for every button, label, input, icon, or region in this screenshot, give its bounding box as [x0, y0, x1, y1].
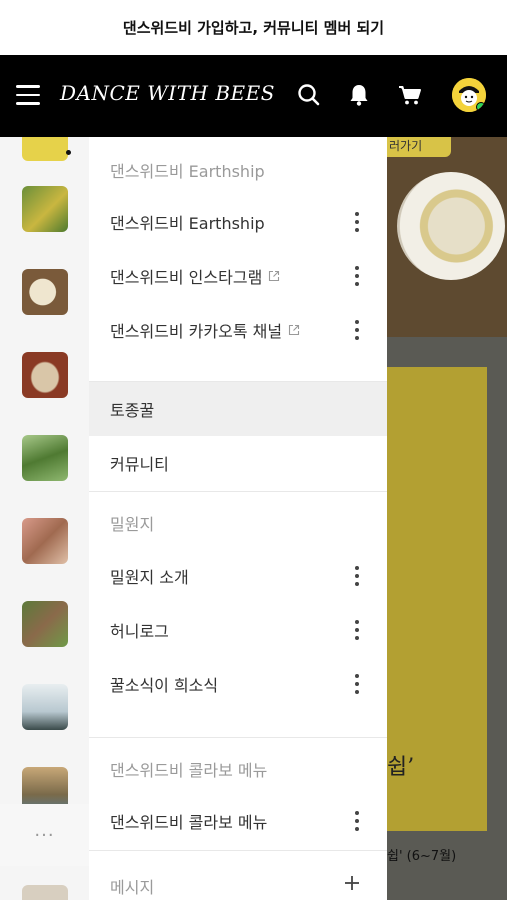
- card-headline: 쉽’: [387, 755, 415, 780]
- avatar[interactable]: [452, 78, 486, 112]
- kebab-menu-icon[interactable]: [355, 212, 359, 232]
- menu-item-label: 허니로그: [110, 622, 169, 641]
- bell-icon[interactable]: [346, 82, 372, 108]
- section-title-collab: 댄스위드비 콜라보 메뉴: [110, 761, 268, 780]
- card-caption: 쉽' (6~7월): [387, 849, 457, 864]
- section-title-messages: 메시지: [110, 878, 155, 897]
- menu-item-label: 커뮤니티: [110, 455, 169, 474]
- section-title-nectar-source: 밀원지: [110, 515, 155, 534]
- menu-item-label: 댄스위드비 카카오톡 채널: [110, 322, 283, 341]
- thumbnail-8[interactable]: [22, 684, 68, 730]
- online-status-dot: [476, 102, 486, 112]
- thumbnail-6[interactable]: [22, 518, 68, 564]
- menu-item-collab-menu[interactable]: 댄스위드비 콜라보 메뉴: [89, 794, 387, 848]
- divider: [89, 737, 387, 738]
- thumbnail-rail: ···: [0, 137, 89, 900]
- thumbnail-2[interactable]: [22, 186, 68, 232]
- menu-item-earthship[interactable]: 댄스위드비 Earthship: [89, 195, 387, 249]
- thumbnail-1[interactable]: [22, 137, 68, 161]
- menu-item-label: 댄스위드비 인스타그램: [110, 268, 263, 287]
- side-drawer-menu: 댄스위드비 Earthship 댄스위드비 Earthship 댄스위드비 인스…: [89, 137, 387, 900]
- menu-icon[interactable]: [16, 85, 40, 105]
- banner-text: 댄스위드비 가입하고, 커뮤니티 멤버 되기: [122, 19, 385, 37]
- content-tag: 러가기: [387, 137, 451, 157]
- menu-item-label: 댄스위드비 Earthship: [110, 214, 265, 233]
- main-content-behind-drawer: 러가기 쉽’ 쉽' (6~7월): [387, 137, 507, 900]
- menu-item-label: 꿀소식이 희소식: [110, 676, 219, 695]
- kebab-menu-icon[interactable]: [355, 811, 359, 831]
- menu-item-label: 댄스위드비 콜라보 메뉴: [110, 813, 268, 832]
- thumbnail-7[interactable]: [22, 601, 68, 647]
- logo[interactable]: DANCE WITH BEES: [60, 81, 275, 105]
- kebab-menu-icon[interactable]: [355, 566, 359, 586]
- external-link-icon: [269, 270, 280, 282]
- kebab-menu-icon[interactable]: [355, 620, 359, 640]
- active-indicator-dot: [66, 150, 71, 155]
- add-plus-icon[interactable]: [343, 874, 361, 892]
- thumbnail-5[interactable]: [22, 435, 68, 481]
- divider: [89, 491, 387, 492]
- external-link-icon: [289, 324, 300, 336]
- kebab-menu-icon[interactable]: [355, 674, 359, 694]
- kebab-menu-icon[interactable]: [355, 320, 359, 340]
- cart-icon[interactable]: [397, 82, 423, 108]
- thumbnail-10[interactable]: [22, 885, 68, 900]
- signup-banner[interactable]: 댄스위드비 가입하고, 커뮤니티 멤버 되기: [0, 0, 507, 55]
- kebab-menu-icon[interactable]: [355, 266, 359, 286]
- thumbnail-4[interactable]: [22, 352, 68, 398]
- menu-item-honey-news[interactable]: 꿀소식이 희소식: [89, 657, 387, 711]
- menu-item-label: 밀원지 소개: [110, 568, 189, 587]
- divider: [89, 850, 387, 851]
- menu-item-honeylog[interactable]: 허니로그: [89, 603, 387, 657]
- section-title-earthship: 댄스위드비 Earthship: [110, 162, 265, 181]
- thumbnail-3[interactable]: [22, 269, 68, 315]
- menu-item-community[interactable]: 커뮤니티: [89, 436, 387, 490]
- app-header: DANCE WITH BEES: [0, 55, 507, 137]
- more-thumbnails-button[interactable]: ···: [0, 804, 89, 866]
- menu-item-nectar-intro[interactable]: 밀원지 소개: [89, 549, 387, 603]
- menu-item-native-honey[interactable]: 토종꿀: [89, 382, 387, 436]
- bowl-image: [397, 172, 505, 280]
- menu-item-kakaotalk[interactable]: 댄스위드비 카카오톡 채널: [89, 303, 387, 357]
- food-photo: [387, 137, 507, 337]
- menu-item-instagram[interactable]: 댄스위드비 인스타그램: [89, 249, 387, 303]
- search-icon[interactable]: [296, 82, 322, 108]
- menu-item-label: 토종꿀: [110, 401, 155, 420]
